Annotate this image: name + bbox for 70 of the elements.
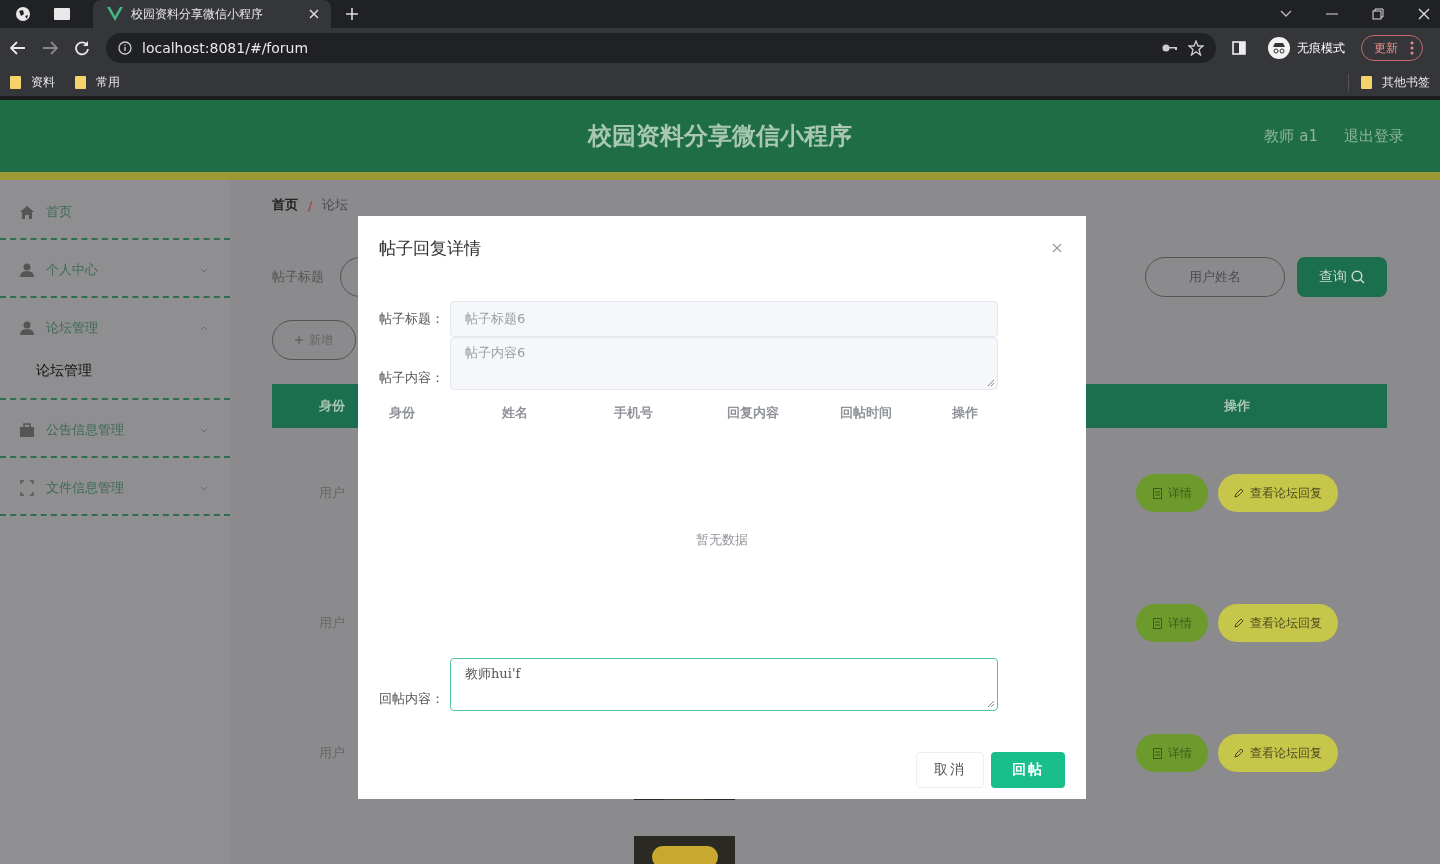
column-header: 操作 — [952, 404, 980, 422]
cancel-button[interactable]: 取消 — [916, 752, 984, 788]
url-text: localhost:8081/#/forum — [142, 40, 309, 56]
dialog-title: 帖子回复详情 — [379, 236, 481, 260]
column-header: 回复内容 — [727, 404, 780, 422]
bookmark-folder[interactable]: 其他书签 — [1348, 73, 1430, 91]
restore-icon[interactable] — [1372, 8, 1384, 20]
forward-icon[interactable] — [42, 41, 58, 55]
details-button[interactable]: 详情 — [1136, 604, 1208, 642]
info-icon[interactable] — [118, 41, 132, 55]
bookmark-folder[interactable]: 资料 — [10, 73, 55, 91]
resize-handle-icon[interactable] — [987, 700, 995, 708]
folder-icon — [75, 75, 86, 89]
folder-icon — [1361, 75, 1372, 89]
address-field[interactable]: localhost:8081/#/forum — [106, 33, 1216, 63]
column-header: 姓名 — [501, 404, 529, 422]
pencil-icon — [1234, 748, 1244, 758]
field-label: 帖子内容： — [379, 369, 445, 387]
pencil-icon — [1234, 488, 1244, 498]
user-name: 教师 a1 — [1264, 126, 1318, 146]
document-icon — [1152, 747, 1162, 759]
key-icon[interactable] — [1162, 43, 1178, 53]
breadcrumb-item[interactable]: 论坛 — [322, 196, 349, 214]
column-header: 操作 — [1223, 397, 1251, 415]
search-icon — [1351, 270, 1365, 284]
document-icon — [1152, 487, 1162, 499]
folder-icon — [10, 75, 21, 89]
breadcrumb-item[interactable]: 首页 — [272, 196, 298, 214]
breadcrumb-separator: / — [308, 197, 313, 213]
window-icon[interactable] — [53, 7, 71, 21]
incognito-profile[interactable]: 无痕模式 — [1268, 37, 1345, 59]
details-button[interactable]: 详情 — [1136, 474, 1208, 512]
empty-text: 暂无数据 — [696, 531, 748, 549]
star-icon[interactable] — [1188, 40, 1204, 56]
view-replies-button[interactable]: 查看论坛回复 — [1218, 734, 1338, 772]
chevron-down-icon[interactable] — [1280, 10, 1292, 18]
view-replies-button[interactable]: 查看论坛回复 — [1218, 474, 1338, 512]
details-button[interactable]: 详情 — [1136, 734, 1208, 772]
plus-icon — [295, 336, 303, 344]
v-logo-icon — [107, 7, 123, 21]
update-button[interactable]: 更新 — [1361, 35, 1423, 61]
bookmark-folder[interactable]: 常用 — [75, 73, 120, 91]
app-title: 校园资料分享微信小程序 — [588, 121, 852, 152]
frame-icon — [20, 480, 34, 496]
user-icon — [20, 263, 34, 277]
incognito-icon — [1268, 37, 1290, 59]
more-icon — [1410, 41, 1414, 55]
field-label: 回帖内容： — [379, 690, 445, 708]
briefcase-icon — [20, 423, 34, 437]
field-label: 帖子标题： — [379, 310, 445, 328]
logout-link[interactable]: 退出登录 — [1344, 126, 1404, 146]
column-header: 回帖时间 — [839, 404, 893, 422]
column-header: 身份 — [318, 397, 346, 415]
home-icon — [20, 205, 34, 219]
sidebar-subitem[interactable]: 论坛管理 — [0, 348, 230, 392]
search-button[interactable]: 查询 — [1297, 257, 1387, 297]
browser-tab[interactable]: 校园资料分享微信小程序 — [93, 0, 331, 28]
user-icon — [20, 321, 34, 335]
globe-icon[interactable] — [15, 6, 31, 22]
pencil-icon — [1234, 618, 1244, 628]
reload-icon[interactable] — [74, 40, 90, 56]
side-panel-icon[interactable] — [1232, 41, 1246, 55]
document-icon — [1152, 617, 1162, 629]
back-icon[interactable] — [10, 41, 26, 55]
submit-button[interactable]: 回帖 — [991, 752, 1065, 788]
column-header: 身份 — [389, 404, 416, 422]
text-area[interactable]: 教师hui'f — [450, 658, 998, 711]
view-replies-button[interactable]: 查看论坛回复 — [1218, 604, 1338, 642]
column-header: 手机号 — [614, 404, 655, 422]
new-tab-icon[interactable] — [345, 7, 359, 21]
